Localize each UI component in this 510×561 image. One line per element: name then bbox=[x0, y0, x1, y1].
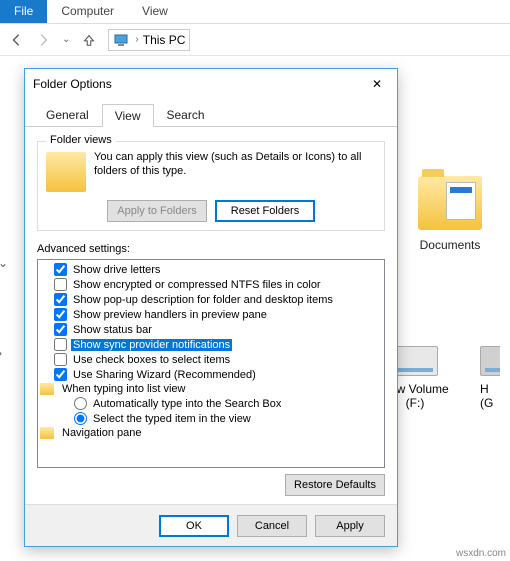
recent-locations-icon[interactable]: ⌄ bbox=[62, 34, 70, 45]
ribbon-tabs: File Computer View bbox=[0, 0, 510, 24]
advanced-settings-label: Advanced settings: bbox=[37, 243, 385, 255]
setting-item[interactable]: Show drive letters bbox=[40, 262, 382, 277]
setting-label: Navigation pane bbox=[60, 427, 144, 439]
setting-item[interactable]: Navigation pane bbox=[40, 426, 382, 440]
up-icon[interactable] bbox=[78, 29, 100, 51]
dialog-tabs: General View Search bbox=[25, 99, 397, 127]
advanced-settings-tree[interactable]: Show drive letters Show encrypted or comp… bbox=[37, 259, 385, 468]
sidebar-chevron-icon[interactable]: › bbox=[0, 346, 2, 360]
apply-button[interactable]: Apply bbox=[315, 515, 385, 537]
drive-icon bbox=[392, 346, 438, 376]
setting-item[interactable]: Use check boxes to select items bbox=[40, 352, 382, 367]
setting-label: Use Sharing Wizard (Recommended) bbox=[71, 369, 258, 381]
drive-icon bbox=[480, 346, 500, 376]
setting-label: Show sync provider notifications bbox=[71, 339, 232, 351]
address-location: This PC bbox=[143, 33, 186, 47]
setting-label: Automatically type into the Search Box bbox=[91, 398, 283, 410]
apply-to-folders-button: Apply to Folders bbox=[107, 200, 207, 222]
folder-documents[interactable]: Documents bbox=[410, 176, 490, 252]
reset-folders-button[interactable]: Reset Folders bbox=[215, 200, 315, 222]
setting-label: Select the typed item in the view bbox=[91, 413, 253, 425]
drive-label: H (G bbox=[480, 382, 500, 410]
folder-view-desc: You can apply this view (such as Details… bbox=[94, 150, 376, 179]
group-legend: Folder views bbox=[46, 134, 116, 146]
drive-g[interactable]: H (G bbox=[480, 346, 500, 410]
forward-icon bbox=[32, 29, 54, 51]
folder-icon bbox=[40, 383, 54, 395]
this-pc-icon bbox=[113, 32, 129, 48]
setting-checkbox[interactable] bbox=[54, 278, 67, 291]
setting-label: Show status bar bbox=[71, 324, 154, 336]
dialog-title: Folder Options bbox=[33, 77, 365, 91]
setting-checkbox[interactable] bbox=[54, 323, 67, 336]
setting-item[interactable]: Show pop-up description for folder and d… bbox=[40, 292, 382, 307]
setting-checkbox[interactable] bbox=[54, 338, 67, 351]
tab-search[interactable]: Search bbox=[154, 103, 218, 126]
ribbon-tab-file[interactable]: File bbox=[0, 0, 47, 23]
navigation-bar: ⌄ › This PC bbox=[0, 24, 510, 56]
setting-radio[interactable] bbox=[74, 412, 87, 425]
folder-label: Documents bbox=[410, 238, 490, 252]
setting-label: Show encrypted or compressed NTFS files … bbox=[71, 279, 323, 291]
setting-item[interactable]: Show encrypted or compressed NTFS files … bbox=[40, 277, 382, 292]
setting-item[interactable]: When typing into list view bbox=[40, 382, 382, 396]
setting-checkbox[interactable] bbox=[54, 263, 67, 276]
dialog-footer: OK Cancel Apply bbox=[25, 504, 397, 546]
setting-checkbox[interactable] bbox=[54, 353, 67, 366]
setting-label: Show pop-up description for folder and d… bbox=[71, 294, 335, 306]
setting-checkbox[interactable] bbox=[54, 368, 67, 381]
back-icon[interactable] bbox=[6, 29, 28, 51]
folder-icon bbox=[40, 427, 54, 439]
setting-radio[interactable] bbox=[74, 397, 87, 410]
cancel-button[interactable]: Cancel bbox=[237, 515, 307, 537]
restore-defaults-button[interactable]: Restore Defaults bbox=[285, 474, 385, 496]
tab-view[interactable]: View bbox=[102, 104, 154, 127]
setting-item[interactable]: Automatically type into the Search Box bbox=[40, 396, 382, 411]
setting-label: When typing into list view bbox=[60, 383, 188, 395]
setting-label: Use check boxes to select items bbox=[71, 354, 232, 366]
ok-button[interactable]: OK bbox=[159, 515, 229, 537]
tab-general[interactable]: General bbox=[33, 103, 102, 126]
ribbon-tab-computer[interactable]: Computer bbox=[47, 0, 128, 23]
folder-options-dialog: Folder Options ✕ General View Search Fol… bbox=[24, 68, 398, 547]
setting-checkbox[interactable] bbox=[54, 293, 67, 306]
setting-checkbox[interactable] bbox=[54, 308, 67, 321]
folder-view-icon bbox=[46, 152, 86, 192]
close-icon[interactable]: ✕ bbox=[365, 77, 389, 91]
watermark: wsxdn.com bbox=[456, 548, 506, 559]
setting-item[interactable]: Use Sharing Wizard (Recommended) bbox=[40, 367, 382, 382]
folder-views-group: Folder views You can apply this view (su… bbox=[37, 141, 385, 231]
setting-item[interactable]: Show sync provider notifications bbox=[40, 337, 382, 352]
setting-item[interactable]: Show preview handlers in preview pane bbox=[40, 307, 382, 322]
ribbon-tab-view[interactable]: View bbox=[128, 0, 182, 23]
setting-item[interactable]: Select the typed item in the view bbox=[40, 411, 382, 426]
chevron-right-icon: › bbox=[135, 34, 138, 45]
address-bar[interactable]: › This PC bbox=[108, 29, 190, 51]
setting-item[interactable]: Show status bar bbox=[40, 322, 382, 337]
dialog-body: Folder views You can apply this view (su… bbox=[25, 127, 397, 504]
dialog-titlebar: Folder Options ✕ bbox=[25, 69, 397, 99]
setting-label: Show preview handlers in preview pane bbox=[71, 309, 269, 321]
sidebar-chevron-icon[interactable]: ⌄ bbox=[0, 256, 8, 270]
folder-icon bbox=[418, 176, 482, 230]
setting-label: Show drive letters bbox=[71, 264, 162, 276]
